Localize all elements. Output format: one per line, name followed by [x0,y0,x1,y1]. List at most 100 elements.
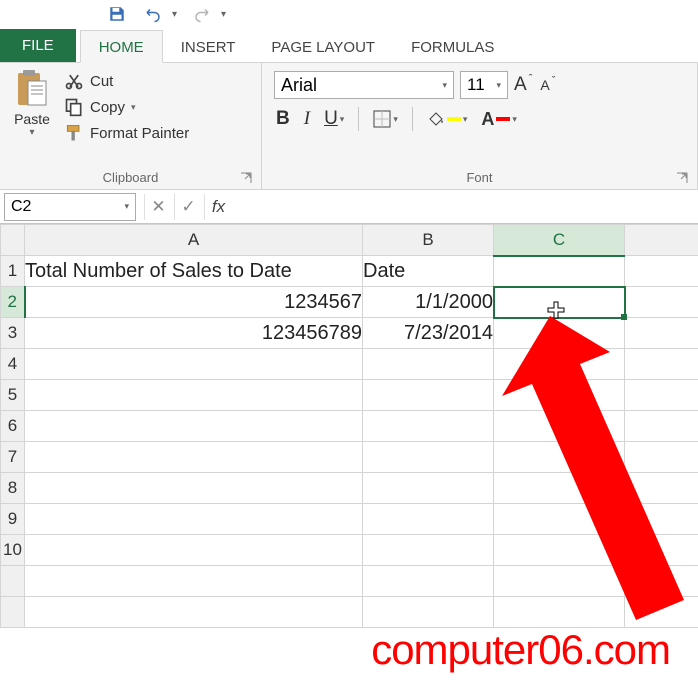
undo-icon[interactable] [142,3,164,25]
cell-b5[interactable] [363,380,494,411]
fill-color-swatch [447,117,461,121]
fill-handle[interactable] [621,314,627,320]
cell-c3[interactable] [494,318,625,349]
font-name-select[interactable]: Arial ▾ [274,71,454,99]
cell-c5[interactable] [494,380,625,411]
cell-b1[interactable]: Date [363,256,494,287]
cell-c12[interactable] [494,597,625,628]
row-header-2[interactable]: 2 [1,287,25,318]
row-header-11[interactable] [1,566,25,597]
cell-d10[interactable] [625,535,698,566]
row-header-1[interactable]: 1 [1,256,25,287]
paste-button[interactable]: Paste ▾ [8,67,56,166]
font-size-select[interactable]: 11 ▾ [460,71,508,99]
cell-c10[interactable] [494,535,625,566]
cell-a10[interactable] [25,535,363,566]
tab-file[interactable]: FILE [0,29,76,62]
qat-customize-icon[interactable]: ▾ [221,9,226,20]
cell-a5[interactable] [25,380,363,411]
row-header-7[interactable]: 7 [1,442,25,473]
cell-a3[interactable]: 123456789 [25,318,363,349]
cell-b9[interactable] [363,504,494,535]
tab-formulas[interactable]: FORMULAS [393,31,512,62]
cell-d11[interactable] [625,566,698,597]
cell-b7[interactable] [363,442,494,473]
paste-dropdown-icon[interactable]: ▾ [29,127,34,138]
insert-function-button[interactable]: fx [204,194,232,220]
cell-c1[interactable] [494,256,625,287]
cell-c7[interactable] [494,442,625,473]
tab-insert[interactable]: INSERT [163,31,254,62]
copy-button[interactable]: Copy ▾ [64,97,189,117]
cell-c8[interactable] [494,473,625,504]
borders-button[interactable]: ▾ [373,110,398,128]
cell-d6[interactable] [625,411,698,442]
cell-d3[interactable] [625,318,698,349]
row-header-9[interactable]: 9 [1,504,25,535]
column-header-d[interactable] [625,225,698,256]
cell-b8[interactable] [363,473,494,504]
cell-b11[interactable] [363,566,494,597]
font-color-button[interactable]: A ▾ [481,109,517,130]
format-painter-button[interactable]: Format Painter [64,123,189,143]
cell-b3[interactable]: 7/23/2014 [363,318,494,349]
clipboard-launcher-icon[interactable] [239,171,253,185]
column-header-a[interactable]: A [25,225,363,256]
italic-button[interactable]: I [304,108,310,130]
underline-button[interactable]: U ▾ [324,108,344,130]
cell-a8[interactable] [25,473,363,504]
cell-b2[interactable]: 1/1/2000 [363,287,494,318]
redo-icon[interactable] [191,3,213,25]
cancel-formula-button[interactable]: ✕ [144,194,172,220]
select-all-corner[interactable] [1,225,25,256]
cell-c11[interactable] [494,566,625,597]
font-launcher-icon[interactable] [675,171,689,185]
copy-dropdown-icon[interactable]: ▾ [131,102,136,113]
undo-dropdown-icon[interactable]: ▾ [172,9,177,20]
bold-button[interactable]: B [276,108,290,130]
cell-a1[interactable]: Total Number of Sales to Date [25,256,363,287]
cell-d2[interactable] [625,287,698,318]
cell-b10[interactable] [363,535,494,566]
cell-b4[interactable] [363,349,494,380]
cut-button[interactable]: Cut [64,71,189,91]
grow-font-button[interactable]: A [514,74,527,96]
cell-a11[interactable] [25,566,363,597]
row-header-3[interactable]: 3 [1,318,25,349]
row-header-10[interactable]: 10 [1,535,25,566]
copy-label: Copy [90,99,125,116]
cell-a9[interactable] [25,504,363,535]
cell-c9[interactable] [494,504,625,535]
cell-d12[interactable] [625,597,698,628]
cell-a7[interactable] [25,442,363,473]
tab-page-layout[interactable]: PAGE LAYOUT [253,31,393,62]
column-header-c[interactable]: C [494,225,625,256]
cell-a2[interactable]: 1234567 [25,287,363,318]
cell-a12[interactable] [25,597,363,628]
cell-a4[interactable] [25,349,363,380]
row-header-4[interactable]: 4 [1,349,25,380]
formula-input[interactable] [232,193,698,221]
cell-b12[interactable] [363,597,494,628]
row-header-5[interactable]: 5 [1,380,25,411]
shrink-font-button[interactable]: A [540,77,549,93]
row-header-8[interactable]: 8 [1,473,25,504]
cell-a6[interactable] [25,411,363,442]
cell-d8[interactable] [625,473,698,504]
fill-color-button[interactable]: ▾ [427,110,468,128]
row-header-12[interactable] [1,597,25,628]
tab-home[interactable]: HOME [80,30,163,63]
name-box[interactable]: C2 ▾ [4,193,136,221]
row-header-6[interactable]: 6 [1,411,25,442]
cell-d7[interactable] [625,442,698,473]
cell-c4[interactable] [494,349,625,380]
save-icon[interactable] [106,3,128,25]
cell-b6[interactable] [363,411,494,442]
cell-d4[interactable] [625,349,698,380]
column-header-b[interactable]: B [363,225,494,256]
enter-formula-button[interactable]: ✓ [174,194,202,220]
cell-c6[interactable] [494,411,625,442]
cell-d1[interactable] [625,256,698,287]
cell-d9[interactable] [625,504,698,535]
cell-d5[interactable] [625,380,698,411]
